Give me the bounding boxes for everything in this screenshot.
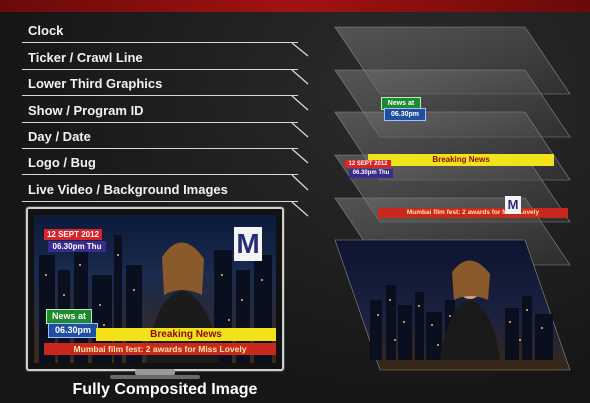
tv-stand-base [110, 375, 200, 379]
caption: Fully Composited Image [72, 381, 258, 398]
tv-screen: 12 SEPT 2012 06.30pm Thu M News at 06.30… [34, 215, 276, 363]
tv-news-time-chip: 06.30pm [48, 323, 98, 338]
plane-day-time-chip: 06.30pm Thu [349, 169, 393, 178]
plane-news-time-chip: 06.30pm [384, 108, 426, 121]
plane-date-chip: 12 SEPT 2012 [345, 160, 391, 168]
plane-logo-bug: M [505, 196, 521, 214]
tv-news-at-chip: News at [46, 309, 92, 324]
tv-breaking-news-bar: Breaking News [96, 328, 276, 341]
tv-date-chip: 12 SEPT 2012 [44, 229, 102, 240]
tv-logo-bug: M [234, 227, 262, 261]
tv-day-time-chip: 06.30pm Thu [48, 241, 106, 252]
tv-monitor: 12 SEPT 2012 06.30pm Thu M News at 06.30… [26, 207, 284, 371]
tv-ticker-bar: Mumbai film fest: 2 awards for Miss Love… [44, 343, 276, 355]
plane-ticker-bar: Mumbai film fest: 2 awards for Miss Love… [378, 208, 568, 218]
plane-breaking-news-bar: Breaking News [368, 154, 554, 166]
